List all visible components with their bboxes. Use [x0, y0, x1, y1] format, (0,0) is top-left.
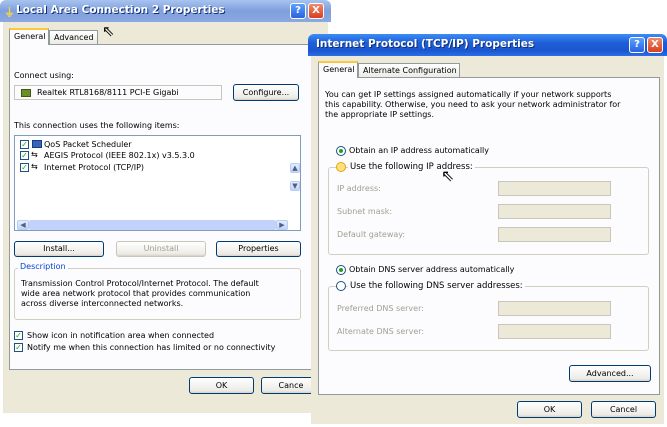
subnet-mask-field[interactable]	[498, 204, 611, 219]
properties-button[interactable]: Properties	[216, 241, 301, 257]
alternate-dns-label: Alternate DNS server:	[337, 327, 425, 336]
description-line-2: wide area network protocol that provides…	[21, 289, 251, 298]
advanced-button[interactable]: Advanced...	[569, 365, 651, 382]
obtain-ip-auto-label[interactable]: Obtain an IP address automatically	[349, 146, 489, 155]
dns-server-group	[328, 286, 649, 351]
connect-using-label: Connect using:	[14, 71, 74, 80]
scroll-track[interactable]	[29, 220, 276, 230]
tcpip-ok-button[interactable]: OK	[517, 401, 582, 418]
scroll-right-button[interactable]: ▶	[276, 220, 288, 230]
tab-advanced[interactable]: Advanced	[49, 30, 98, 44]
tcpip-body: General Alternate Configuration You can …	[311, 56, 664, 424]
tab-general[interactable]: General	[318, 61, 358, 78]
scroll-left-button[interactable]: ◀	[17, 220, 29, 230]
ip-address-label: IP address:	[337, 184, 381, 193]
notify-label: Notify me when this connection has limit…	[27, 343, 276, 352]
scroll-down-button[interactable]: ▼	[290, 181, 300, 191]
lan-ok-button[interactable]: OK	[189, 377, 254, 394]
default-gateway-field[interactable]	[498, 227, 611, 242]
install-button[interactable]: Install...	[14, 241, 104, 257]
notify-checkbox[interactable]: ✓	[14, 343, 23, 352]
items-list: ✓ QoS Packet Scheduler ✓ ⇆ AEGIS Protoco…	[14, 135, 301, 231]
lan-titlebar[interactable]: ⏚ Local Area Connection 2 Properties ? X	[0, 0, 331, 22]
help-button[interactable]: ?	[290, 3, 306, 19]
network-icon: ⏚	[4, 6, 15, 19]
intro-line-3: the appropriate IP settings.	[325, 110, 435, 119]
tcpip-cancel-button[interactable]: Cancel	[591, 401, 656, 418]
description-line-3: across diverse interconnected networks.	[21, 299, 184, 308]
alternate-dns-field[interactable]	[498, 324, 611, 339]
close-button[interactable]: X	[308, 3, 324, 19]
items-label: This connection uses the following items…	[14, 121, 180, 130]
configure-button[interactable]: Configure...	[233, 84, 299, 101]
obtain-dns-auto-label[interactable]: Obtain DNS server address automatically	[349, 265, 514, 274]
subnet-mask-label: Subnet mask:	[337, 207, 393, 216]
show-icon-label: Show icon in notification area when conn…	[27, 331, 215, 340]
scheduler-icon	[32, 140, 42, 148]
tab-alternate-configuration[interactable]: Alternate Configuration	[358, 63, 460, 77]
help-button[interactable]: ?	[629, 37, 645, 53]
adapter-name: Realtek RTL8168/8111 PCI-E Gigabi	[37, 88, 179, 97]
protocol-icon: ⇆	[31, 162, 38, 171]
obtain-ip-auto-radio[interactable]	[336, 146, 346, 156]
protocol-icon: ⇆	[31, 150, 38, 159]
scroll-up-button[interactable]: ▲	[290, 163, 300, 173]
lan-properties-window: ⏚ Local Area Connection 2 Properties ? X…	[0, 0, 331, 416]
close-button[interactable]: X	[647, 37, 663, 53]
tcpip-title: Internet Protocol (TCP/IP) Properties	[316, 38, 535, 50]
lan-body: General Advanced ⇖ Connect using: Realte…	[3, 22, 328, 413]
description-label: Description	[18, 262, 68, 271]
item-qos[interactable]: QoS Packet Scheduler	[44, 140, 132, 149]
tcpip-properties-window: Internet Protocol (TCP/IP) Properties ? …	[308, 34, 667, 427]
adapter-icon	[21, 89, 31, 97]
intro-line-2: this capability. Otherwise, you need to …	[325, 100, 621, 109]
show-icon-checkbox[interactable]: ✓	[14, 331, 23, 340]
description-line-1: Transmission Control Protocol/Internet P…	[21, 279, 259, 288]
ip-address-field[interactable]	[498, 181, 611, 196]
use-following-ip-label[interactable]: Use the following IP address:	[348, 162, 475, 172]
default-gateway-label: Default gateway:	[337, 230, 406, 239]
item-aegis[interactable]: AEGIS Protocol (IEEE 802.1x) v3.5.3.0	[44, 151, 195, 160]
obtain-dns-auto-radio[interactable]	[336, 265, 346, 275]
preferred-dns-field[interactable]	[498, 301, 611, 316]
item-checkbox-tcpip[interactable]: ✓	[20, 163, 29, 172]
mouse-cursor-icon: ⇖	[441, 166, 455, 185]
item-checkbox-qos[interactable]: ✓	[20, 140, 29, 149]
use-following-dns-label[interactable]: Use the following DNS server addresses:	[348, 281, 525, 291]
tcpip-titlebar[interactable]: Internet Protocol (TCP/IP) Properties ? …	[308, 34, 667, 56]
preferred-dns-label: Preferred DNS server:	[337, 304, 424, 313]
item-checkbox-aegis[interactable]: ✓	[20, 151, 29, 160]
mouse-cursor-icon: ⇖	[102, 22, 115, 40]
use-following-dns-radio[interactable]	[336, 281, 346, 291]
lan-title: Local Area Connection 2 Properties	[16, 4, 225, 16]
use-following-ip-radio[interactable]	[336, 162, 346, 172]
item-tcpip[interactable]: Internet Protocol (TCP/IP)	[44, 163, 144, 172]
intro-line-1: You can get IP settings assigned automat…	[325, 90, 612, 99]
uninstall-button[interactable]: Uninstall	[116, 241, 206, 257]
tab-general[interactable]: General	[9, 28, 49, 45]
